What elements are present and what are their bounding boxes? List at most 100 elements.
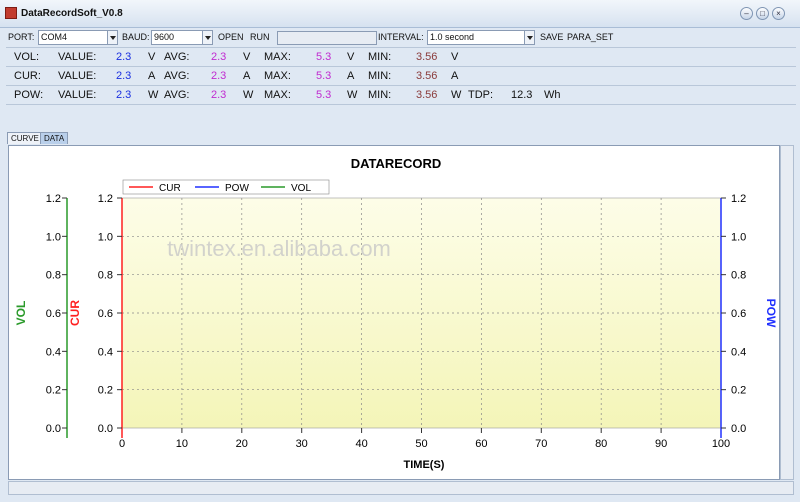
value-reading: 2.3	[116, 51, 132, 63]
cur-y-tick-label: 0.6	[98, 308, 113, 320]
vertical-scrollbar[interactable]	[780, 145, 794, 480]
pow-y-tick-label: 0.4	[731, 346, 746, 358]
x-tick-label: 100	[712, 438, 730, 450]
unit: V	[347, 51, 355, 63]
unit: W	[451, 89, 462, 101]
chart-legend: CUR POW VOL	[122, 179, 330, 195]
x-tick-label: 10	[176, 438, 188, 450]
pow-y-tick-label: 0.8	[731, 270, 746, 282]
baud-select[interactable]: 9600	[151, 30, 213, 45]
cur-y-tick-label: 0.0	[98, 423, 113, 435]
max-reading: 5.3	[316, 70, 332, 82]
avg-reading: 2.3	[211, 89, 227, 101]
avg-label: AVG:	[164, 51, 190, 63]
pow-y-tick-label: 0.6	[731, 308, 746, 320]
chevron-down-icon[interactable]	[202, 31, 212, 44]
port-select[interactable]: COM4	[38, 30, 118, 45]
legend-item-vol: VOL	[291, 183, 311, 194]
chevron-down-icon[interactable]	[107, 31, 117, 44]
toolbar: PORT: COM4 BAUD: 9600 OPEN RUN INTERVAL:…	[6, 30, 796, 46]
x-tick-label: 60	[475, 438, 487, 450]
vol-y-tick-label: 0.8	[46, 270, 61, 282]
reading-row-pow: POW: VALUE: 2.3 W AVG: 2.3 W MAX: 5.3 W …	[6, 85, 796, 105]
tdp-reading: 12.3	[511, 89, 533, 101]
x-tick-label: 20	[236, 438, 248, 450]
minimize-icon[interactable]: –	[740, 7, 753, 20]
interval-label: INTERVAL:	[378, 32, 424, 42]
port-label: PORT:	[8, 32, 35, 42]
unit: A	[148, 70, 156, 82]
chart-svg: DATARECORD 0 10 20 30 40 50 60 70 80 90 1000.00.20…	[14, 156, 778, 471]
x-tick-label: 80	[595, 438, 607, 450]
tdp-label: TDP:	[468, 89, 494, 101]
app-icon	[5, 7, 17, 19]
unit: W	[243, 89, 254, 101]
vol-axis-label: VOL	[14, 301, 28, 326]
baud-value: 9600	[154, 32, 175, 42]
maximize-icon[interactable]: □	[756, 7, 769, 20]
x-tick-label: 0	[119, 438, 125, 450]
vol-y-tick-label: 0.0	[46, 423, 61, 435]
value-label: VALUE:	[58, 51, 97, 63]
x-tick-label: 90	[655, 438, 667, 450]
unit: W	[347, 89, 358, 101]
cur-axis-label: CUR	[68, 300, 82, 326]
legend-item-pow: POW	[225, 183, 249, 194]
x-tick-label: 40	[355, 438, 367, 450]
cur-y-tick-label: 1.2	[98, 193, 113, 205]
value-label: VALUE:	[58, 70, 97, 82]
cur-y-tick-label: 0.8	[98, 270, 113, 282]
run-button[interactable]: RUN	[250, 32, 270, 42]
unit: A	[451, 70, 459, 82]
unit: V	[148, 51, 156, 63]
avg-reading: 2.3	[211, 70, 227, 82]
close-icon[interactable]: ×	[772, 7, 785, 20]
reading-name: POW:	[14, 89, 44, 101]
value-reading: 2.3	[116, 70, 132, 82]
baud-label: BAUD:	[122, 32, 150, 42]
x-tick-label: 50	[415, 438, 427, 450]
reading-name: VOL:	[14, 51, 40, 63]
pow-y-tick-label: 0.0	[731, 423, 746, 435]
pow-y-tick-label: 1.2	[731, 193, 746, 205]
avg-reading: 2.3	[211, 51, 227, 63]
min-reading: 3.56	[416, 70, 438, 82]
vol-y-tick-label: 1.0	[46, 231, 61, 243]
min-label: MIN:	[368, 70, 392, 82]
watermark: twintex.en.alibaba.com	[167, 236, 391, 261]
cur-y-tick-label: 0.2	[98, 385, 113, 397]
unit: A	[347, 70, 355, 82]
para-set-button[interactable]: PARA_SET	[567, 32, 613, 42]
min-label: MIN:	[368, 89, 392, 101]
open-button[interactable]: OPEN	[218, 32, 244, 42]
max-reading: 5.3	[316, 89, 332, 101]
reading-row-cur: CUR: VALUE: 2.3 A AVG: 2.3 A MAX: 5.3 A …	[6, 66, 796, 84]
horizontal-scrollbar[interactable]	[8, 481, 794, 495]
status-box	[277, 31, 377, 45]
x-axis-label: TIME(S)	[404, 459, 445, 471]
pow-y-tick-label: 0.2	[731, 385, 746, 397]
max-label: MAX:	[264, 51, 291, 63]
tab-curve[interactable]: CURVE	[7, 132, 43, 144]
vol-y-tick-label: 0.2	[46, 385, 61, 397]
chart-panel: DATARECORD 0 10 20 30 40 50 60 70 80 90 100 0.0 0.2 0…	[8, 145, 780, 480]
min-reading: 3.56	[416, 89, 438, 101]
interval-value: 1.0 second	[430, 32, 475, 42]
max-label: MAX:	[264, 70, 291, 82]
reading-row-vol: VOL: VALUE: 2.3 V AVG: 2.3 V MAX: 5.3 V …	[6, 47, 796, 65]
x-tick-label: 70	[535, 438, 547, 450]
save-button[interactable]: SAVE	[540, 32, 563, 42]
tdp-unit: Wh	[544, 89, 561, 101]
avg-label: AVG:	[164, 70, 190, 82]
pow-y-tick-label: 1.0	[731, 231, 746, 243]
x-tick-label: 30	[296, 438, 308, 450]
unit: V	[243, 51, 251, 63]
interval-select[interactable]: 1.0 second	[427, 30, 535, 45]
window-title: DataRecordSoft_V0.8	[21, 8, 123, 19]
value-label: VALUE:	[58, 89, 97, 101]
legend-item-cur: CUR	[159, 183, 181, 194]
tab-data[interactable]: DATA	[40, 132, 69, 144]
vol-y-tick-label: 1.2	[46, 193, 61, 205]
chevron-down-icon[interactable]	[524, 31, 534, 44]
max-reading: 5.3	[316, 51, 332, 63]
